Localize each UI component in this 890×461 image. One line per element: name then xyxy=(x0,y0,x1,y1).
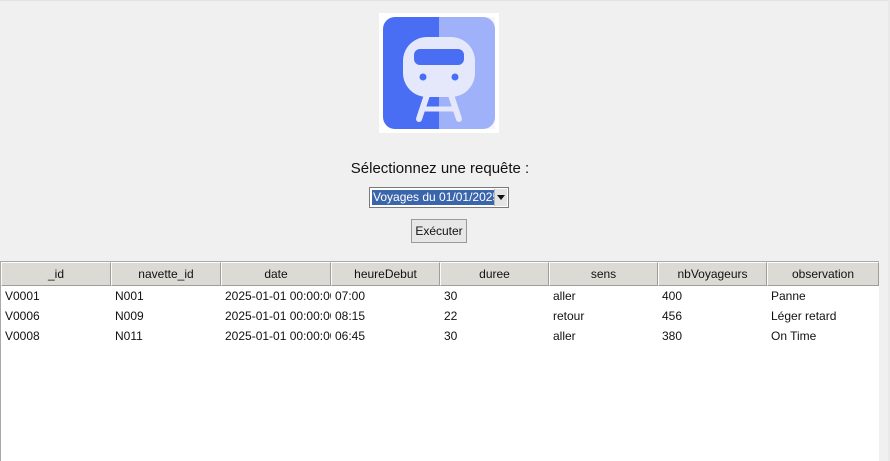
column-header-nb-voyageurs[interactable]: nbVoyageurs xyxy=(658,262,767,286)
cell-id: V0001 xyxy=(5,289,40,303)
table-row[interactable]: V0006 N009 2025-01-01 00:00:00 08:15 22 … xyxy=(1,306,879,326)
cell-navette-id: N011 xyxy=(115,329,143,343)
query-select-value: Voyages du 01/01/2025 xyxy=(372,190,494,205)
cell-date: 2025-01-01 00:00:00 xyxy=(225,329,331,343)
cell-sens: retour xyxy=(553,309,585,323)
cell-duree: 30 xyxy=(444,329,458,343)
cell-id: V0008 xyxy=(5,329,40,343)
cell-nb-voyageurs: 456 xyxy=(662,309,683,323)
cell-heure-debut: 07:00 xyxy=(335,289,366,303)
column-header-id[interactable]: _id xyxy=(1,262,111,286)
column-header-date[interactable]: date xyxy=(221,262,331,286)
cell-observation: Léger retard xyxy=(771,309,837,323)
cell-sens: aller xyxy=(553,329,576,343)
column-header-heure-debut[interactable]: heureDebut xyxy=(331,262,440,286)
cell-navette-id: N001 xyxy=(115,289,144,303)
column-header-navette-id[interactable]: navette_id xyxy=(111,262,221,286)
query-prompt-label: Sélectionnez une requête : xyxy=(350,160,530,177)
cell-heure-debut: 08:15 xyxy=(335,309,366,323)
execute-button[interactable]: Exécuter xyxy=(411,219,467,243)
cell-nb-voyageurs: 380 xyxy=(662,329,683,343)
cell-sens: aller xyxy=(553,289,576,303)
cell-observation: On Time xyxy=(771,329,817,343)
cell-duree: 22 xyxy=(444,309,458,323)
cell-heure-debut: 06:45 xyxy=(335,329,366,343)
cell-nb-voyageurs: 400 xyxy=(662,289,683,303)
table-row[interactable]: V0008 N011 2025-01-01 00:00:00 06:45 30 … xyxy=(1,326,879,346)
table-row[interactable]: V0001 N001 2025-01-01 00:00:00 07:00 30 … xyxy=(1,286,879,306)
column-header-duree[interactable]: duree xyxy=(440,262,549,286)
query-select[interactable]: Voyages du 01/01/2025 xyxy=(369,187,509,208)
cell-id: V0006 xyxy=(5,309,40,323)
window-top-border xyxy=(0,0,890,1)
app-logo xyxy=(379,13,499,133)
results-table[interactable]: _id navette_id date heureDebut duree sen… xyxy=(0,261,879,461)
column-header-sens[interactable]: sens xyxy=(549,262,658,286)
column-header-observation[interactable]: observation xyxy=(767,262,879,286)
train-icon xyxy=(379,13,499,133)
chevron-down-icon[interactable] xyxy=(494,189,507,206)
cell-date: 2025-01-01 00:00:00 xyxy=(225,309,331,323)
table-header: _id navette_id date heureDebut duree sen… xyxy=(1,262,879,286)
cell-date: 2025-01-01 00:00:00 xyxy=(225,289,331,303)
cell-observation: Panne xyxy=(771,289,806,303)
cell-duree: 30 xyxy=(444,289,458,303)
cell-navette-id: N009 xyxy=(115,309,144,323)
